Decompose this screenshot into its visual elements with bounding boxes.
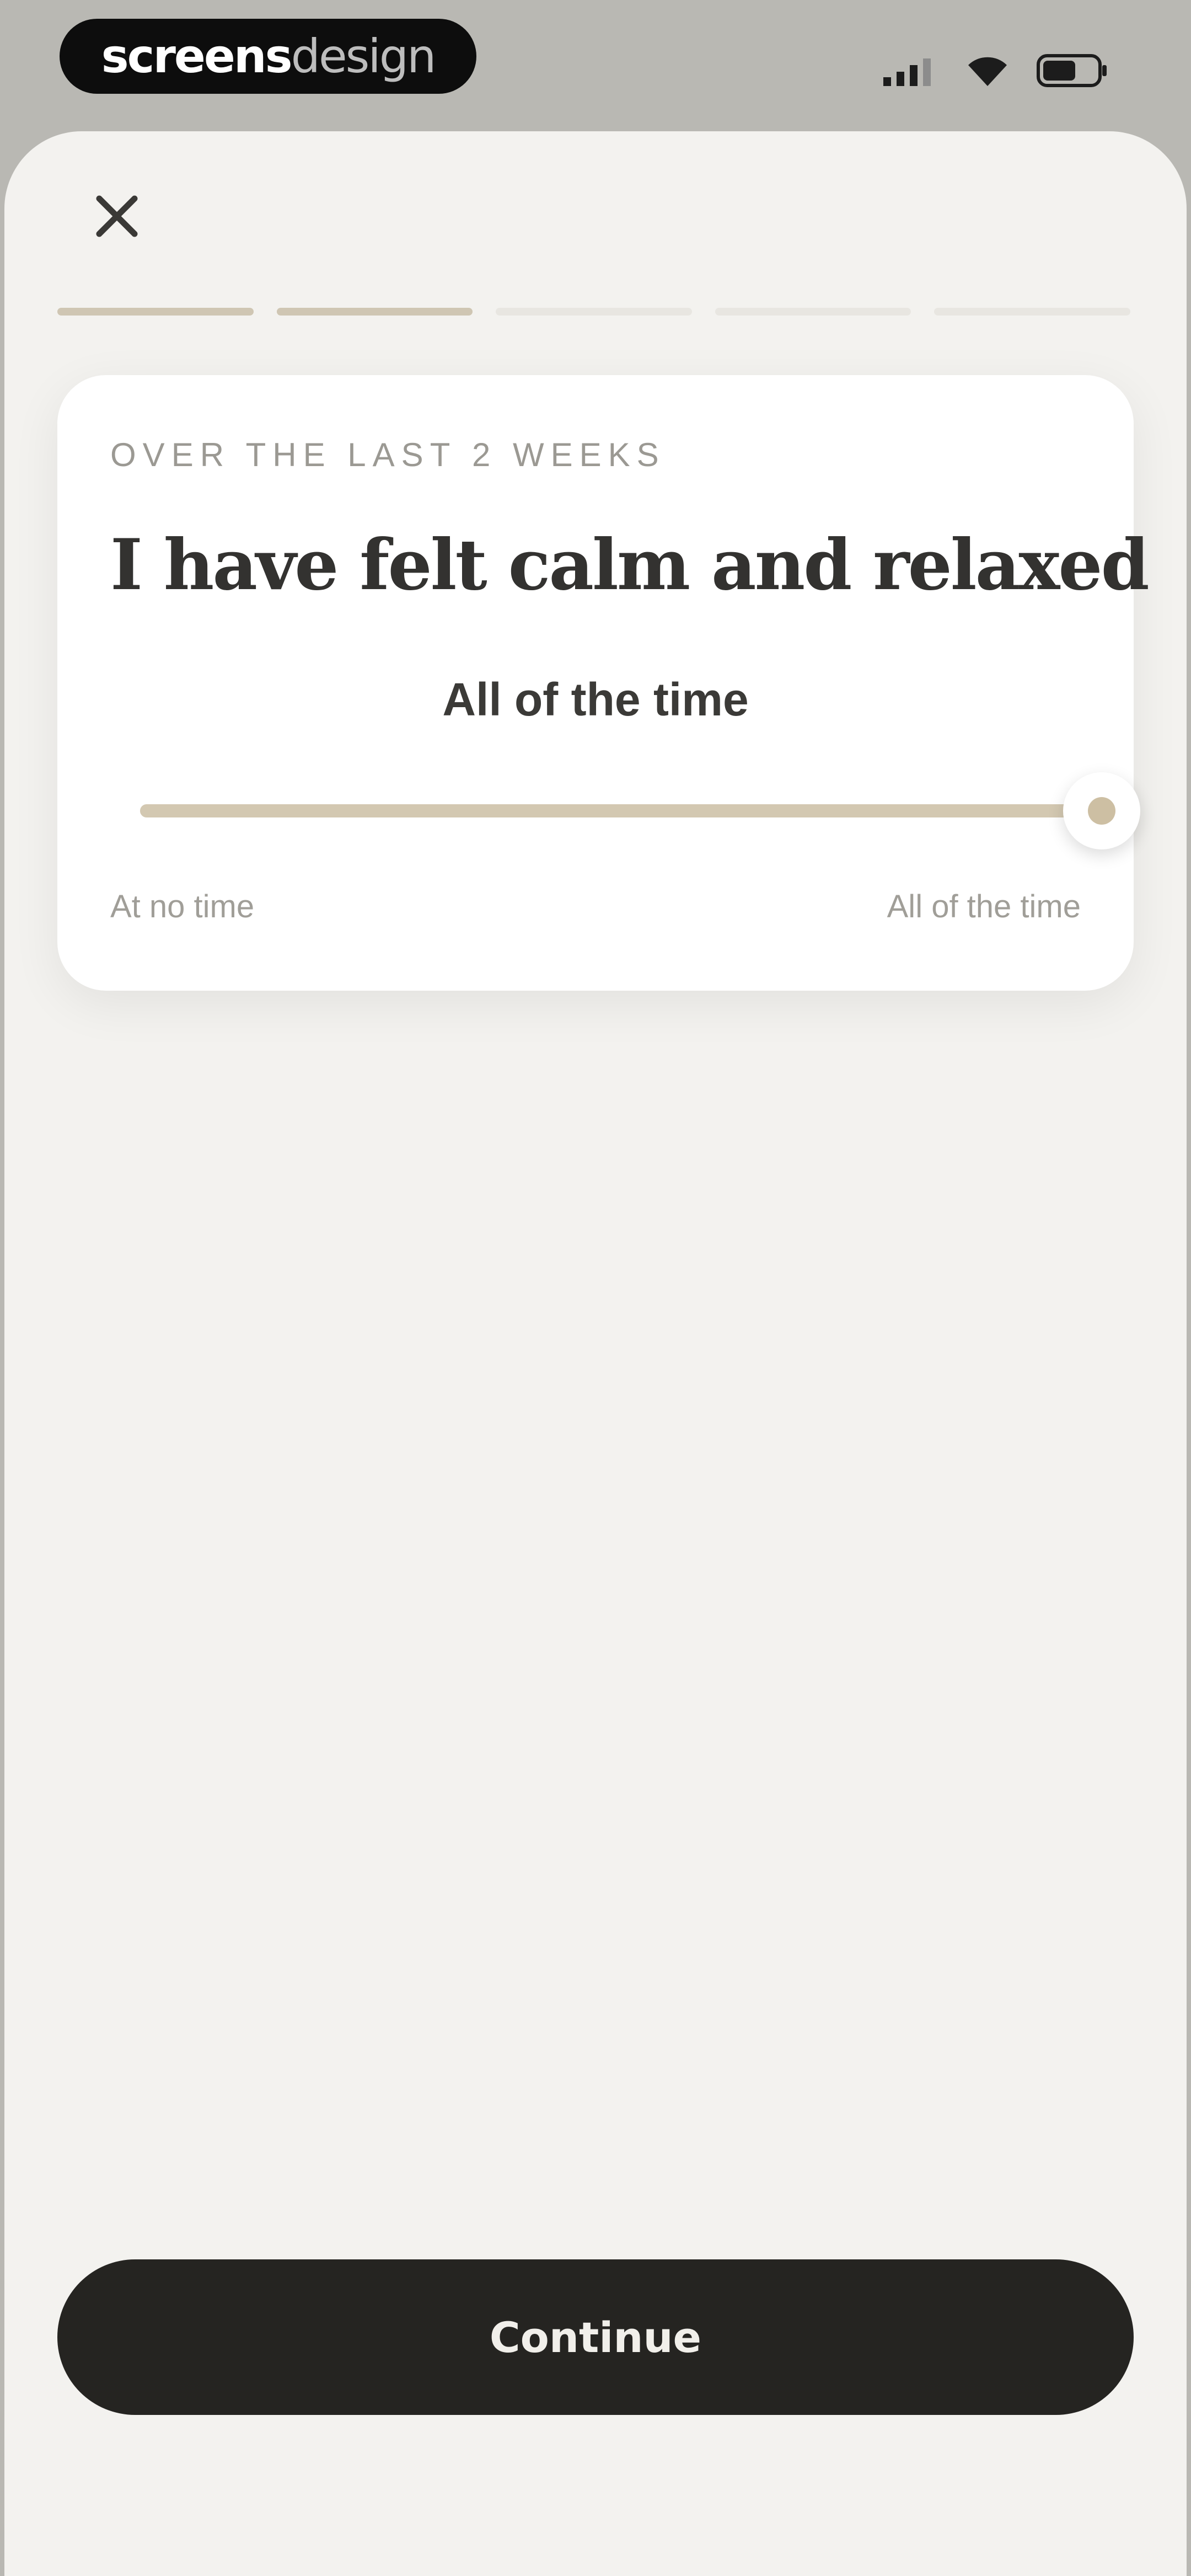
slider-thumb[interactable] bbox=[1063, 772, 1140, 849]
scale-min-label: At no time bbox=[110, 889, 255, 924]
progress-segment bbox=[496, 308, 692, 316]
progress-segment bbox=[276, 308, 473, 316]
battery-icon bbox=[1037, 54, 1107, 87]
continue-button[interactable]: Continue bbox=[57, 2259, 1134, 2415]
status-icons bbox=[883, 49, 1108, 93]
question-eyebrow: OVER THE LAST 2 WEEKS bbox=[110, 436, 666, 473]
question-title: I have felt calm and relaxed bbox=[110, 524, 1150, 606]
brand-badge: screens design bbox=[60, 19, 476, 94]
brand-text-strong: screens bbox=[101, 29, 293, 83]
frequency-slider[interactable] bbox=[140, 772, 1140, 849]
progress-bar bbox=[57, 308, 1130, 316]
signal-icon bbox=[883, 58, 931, 86]
slider-fill bbox=[140, 804, 1102, 817]
progress-segment bbox=[715, 308, 911, 316]
scale-max-label: All of the time bbox=[887, 889, 1081, 924]
close-button[interactable] bbox=[83, 182, 151, 250]
question-card: OVER THE LAST 2 WEEKS I have felt calm a… bbox=[57, 375, 1150, 991]
status-bar: screens design bbox=[0, 0, 1191, 132]
progress-segment bbox=[57, 308, 254, 316]
slider-thumb-dot bbox=[1088, 797, 1115, 825]
close-icon bbox=[96, 195, 138, 237]
wifi-icon bbox=[968, 57, 1007, 86]
current-value-label: All of the time bbox=[442, 674, 749, 725]
brand-text-light: design bbox=[291, 29, 437, 83]
progress-segment bbox=[934, 308, 1130, 316]
